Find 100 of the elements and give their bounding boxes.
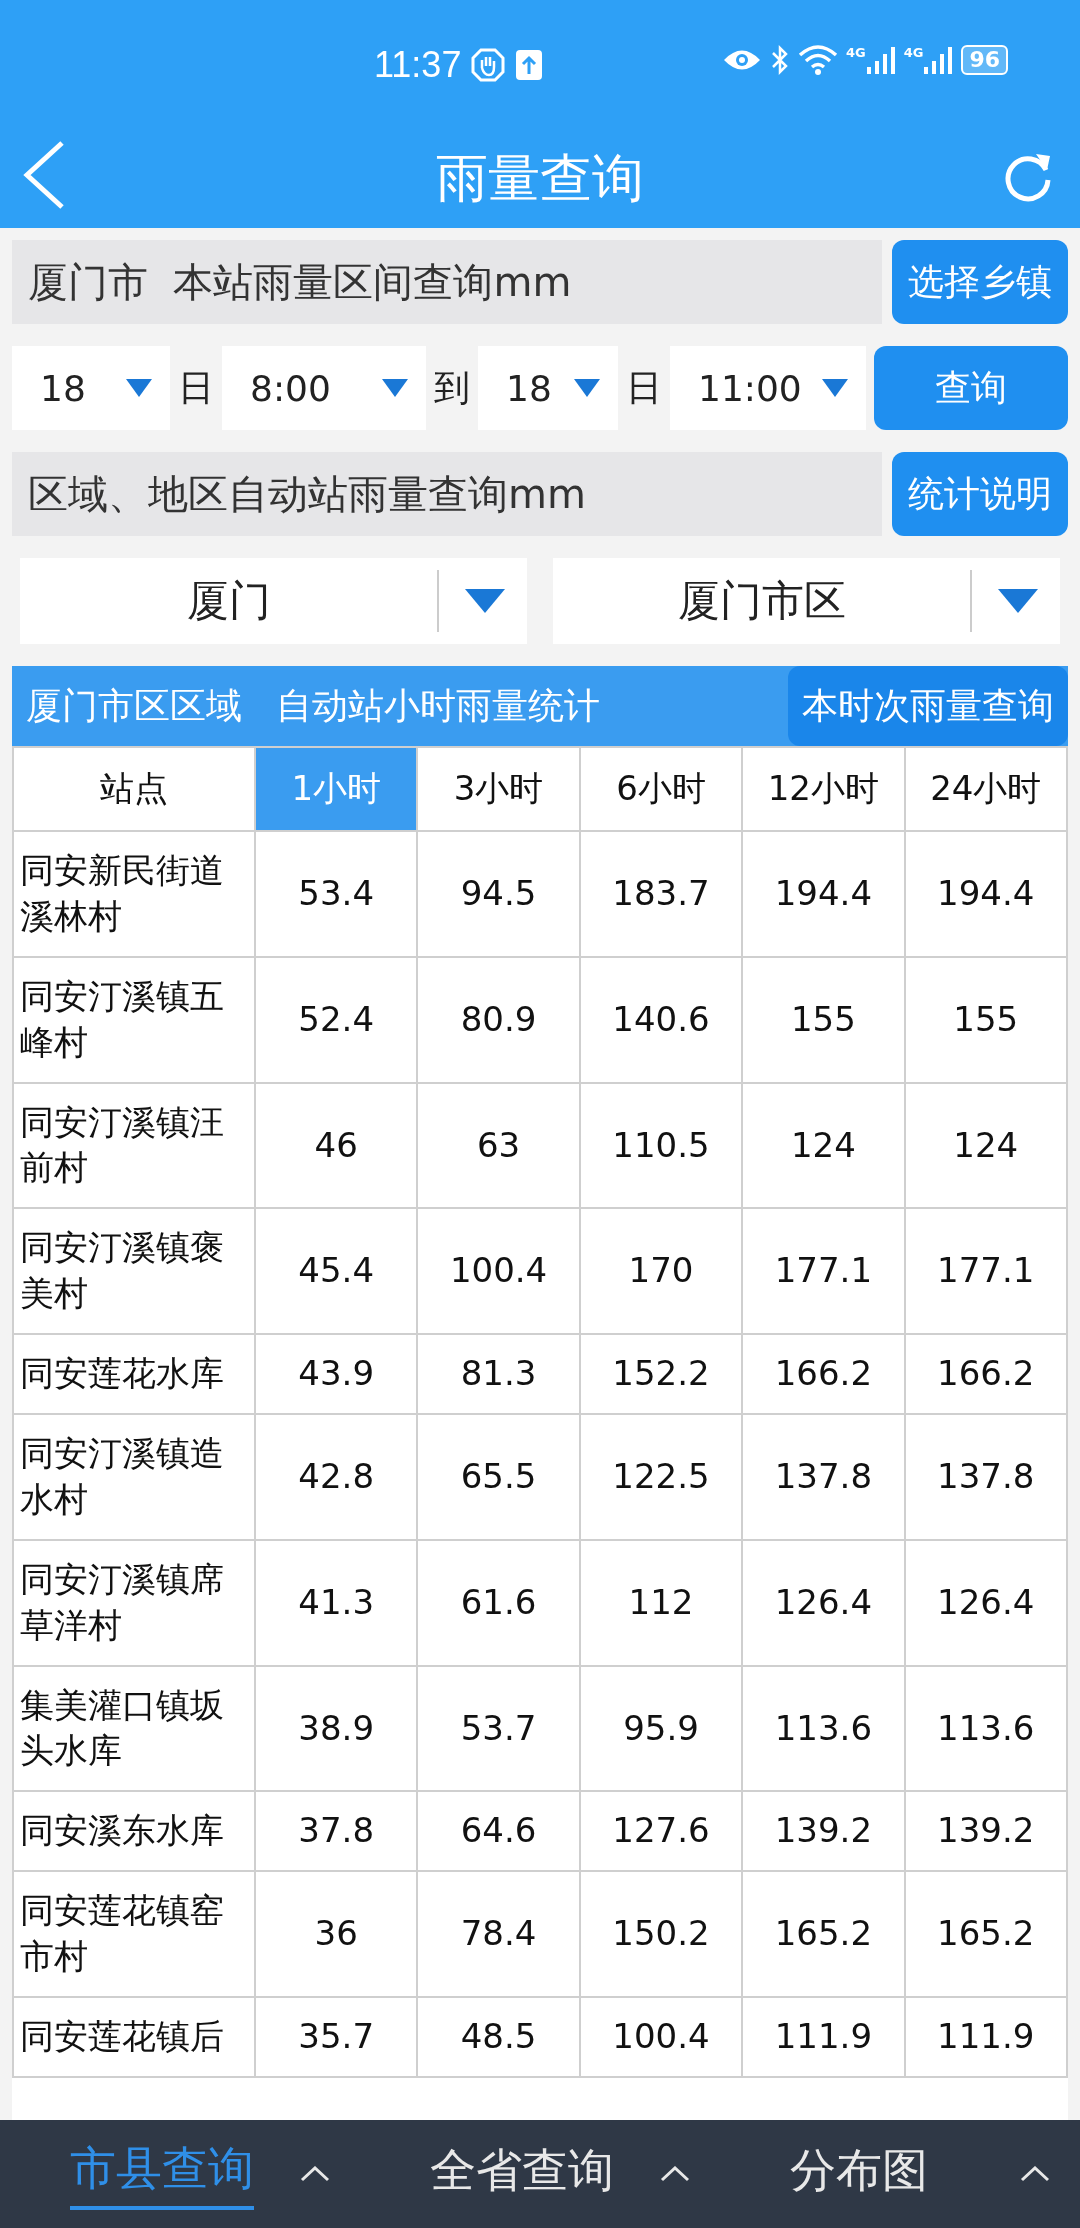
rainfall-value: 63 [476,1124,521,1165]
time-select[interactable]: 18 [478,346,618,430]
rainfall-value: 165.2 [937,1913,1035,1954]
dropdown-icon [998,589,1038,613]
column-header[interactable]: 站点 [13,747,255,831]
rainfall-value: 110.5 [612,1124,710,1165]
station-name: 集美灌口镇坂头水库 [20,1684,224,1771]
network-label: 4G [846,45,866,60]
station-name: 同安汀溪镇褒美村 [20,1227,224,1314]
current-rain-button[interactable]: 本时次雨量查询 [788,666,1068,746]
dropdown-icon [465,589,505,613]
rainfall-value: 137.8 [937,1455,1035,1496]
rainfall-value: 52.4 [298,998,375,1039]
rainfall-value: 65.5 [460,1455,537,1496]
rainfall-value: 78.4 [460,1913,537,1954]
hand-icon [471,48,506,82]
bottom-tab[interactable]: 市县查询 [70,2138,254,2210]
bottom-tab[interactable]: 全省查询 [430,2140,614,2208]
rainfall-value: 113.6 [937,1707,1035,1748]
network-label: 4G [903,45,924,60]
signal-icon [923,45,954,75]
rainfall-value: 170 [628,1250,694,1291]
rainfall-value: 166.2 [774,1353,873,1394]
rainfall-value: 127.6 [612,1810,710,1851]
rainfall-value: 81.3 [460,1353,537,1394]
area-dropdown[interactable]: 厦门 [20,558,527,644]
time-select[interactable]: 8:00 [222,346,426,430]
rainfall-value: 113.6 [774,1707,873,1748]
rainfall-value: 194.4 [774,872,873,913]
rainfall-value: 111.9 [774,2016,873,2057]
column-header[interactable]: 12小时 [742,747,905,831]
status-time: 11:37 [374,44,462,86]
rainfall-value: 38.9 [298,1707,375,1748]
area-dropdown[interactable]: 厦门市区 [553,558,1060,644]
rainfall-value: 80.9 [460,998,537,1039]
rainfall-value: 112 [628,1581,694,1622]
time-select[interactable]: 11:00 [670,346,866,430]
caret-icon[interactable] [660,2166,690,2182]
rainfall-value: 150.2 [612,1913,710,1954]
rainfall-value: 37.8 [298,1810,375,1851]
rainfall-value: 165.2 [774,1913,873,1954]
signal-icon [865,45,896,75]
rainfall-value: 53.7 [460,1707,537,1748]
bottom-tab[interactable]: 分布图 [790,2140,928,2208]
dropdown-icon [126,379,152,397]
time-unit-label: 日 [626,365,662,410]
rainfall-value: 43.9 [298,1353,375,1394]
rainfall-value: 177.1 [937,1250,1035,1291]
time-unit-label: 到 [434,365,470,410]
caret-icon[interactable] [1020,2166,1050,2182]
rainfall-value: 53.4 [298,872,375,913]
station-name: 同安汀溪镇席草洋村 [20,1558,224,1645]
time-select[interactable]: 18 [12,346,170,430]
rainfall-value: 35.7 [298,2016,375,2057]
column-header[interactable]: 6小时 [579,747,743,831]
rainfall-value: 126.4 [937,1581,1035,1622]
rainfall-value: 124 [953,1124,1019,1165]
rainfall-value: 95.9 [623,1707,699,1748]
rainfall-value: 194.4 [937,872,1035,913]
rainfall-value: 152.2 [612,1353,710,1394]
rainfall-value: 46 [314,1124,358,1165]
time-unit-label: 日 [178,365,214,410]
rainfall-value: 64.6 [460,1810,537,1851]
station-name: 同安溪东水库 [20,1810,224,1851]
stats-title: 厦门市区区域 自动站小时雨量统计 [25,683,602,728]
rainfall-value: 100.4 [449,1250,548,1291]
rainfall-value: 36 [314,1913,358,1954]
bluetooth-icon [770,44,790,76]
station-name: 同安莲花镇窑市村 [20,1890,224,1977]
rainfall-value: 139.2 [937,1810,1035,1851]
upload-icon [515,49,544,81]
back-icon[interactable] [22,140,66,210]
page-title: 雨量查询 [436,147,644,210]
rainfall-value: 183.7 [612,872,710,913]
wifi-icon [798,45,838,75]
dropdown-icon [822,379,848,397]
rainfall-value: 122.5 [612,1455,710,1496]
battery-indicator: 96 [961,45,1009,75]
station-name: 同安莲花水库 [20,1353,224,1394]
station-name: 同安汀溪镇造水村 [20,1433,224,1519]
rainfall-value: 94.5 [460,872,537,913]
column-header[interactable]: 24小时 [904,747,1067,831]
rainfall-value: 155 [953,998,1019,1039]
rainfall-value: 126.4 [774,1581,873,1622]
dropdown-icon [382,379,408,397]
rainfall-value: 41.3 [298,1581,375,1622]
rainfall-value: 139.2 [774,1810,873,1851]
rainfall-value: 124 [790,1124,856,1165]
station-name: 同安汀溪镇汪前村 [20,1101,224,1188]
dropdown-icon [574,379,600,397]
rainfall-value: 111.9 [937,2016,1035,2057]
section-label: 厦门市 本站雨量区间查询mm [12,240,882,324]
column-header[interactable]: 3小时 [417,747,580,831]
caret-icon[interactable] [300,2166,330,2182]
section-label: 区域、地区自动站雨量查询mm [12,452,882,536]
station-name: 同安汀溪镇五峰村 [20,975,224,1062]
rainfall-value: 166.2 [937,1353,1035,1394]
rainfall-value: 48.5 [460,2016,537,2057]
rainfall-value: 155 [790,998,856,1039]
rainfall-value: 61.6 [460,1581,537,1622]
